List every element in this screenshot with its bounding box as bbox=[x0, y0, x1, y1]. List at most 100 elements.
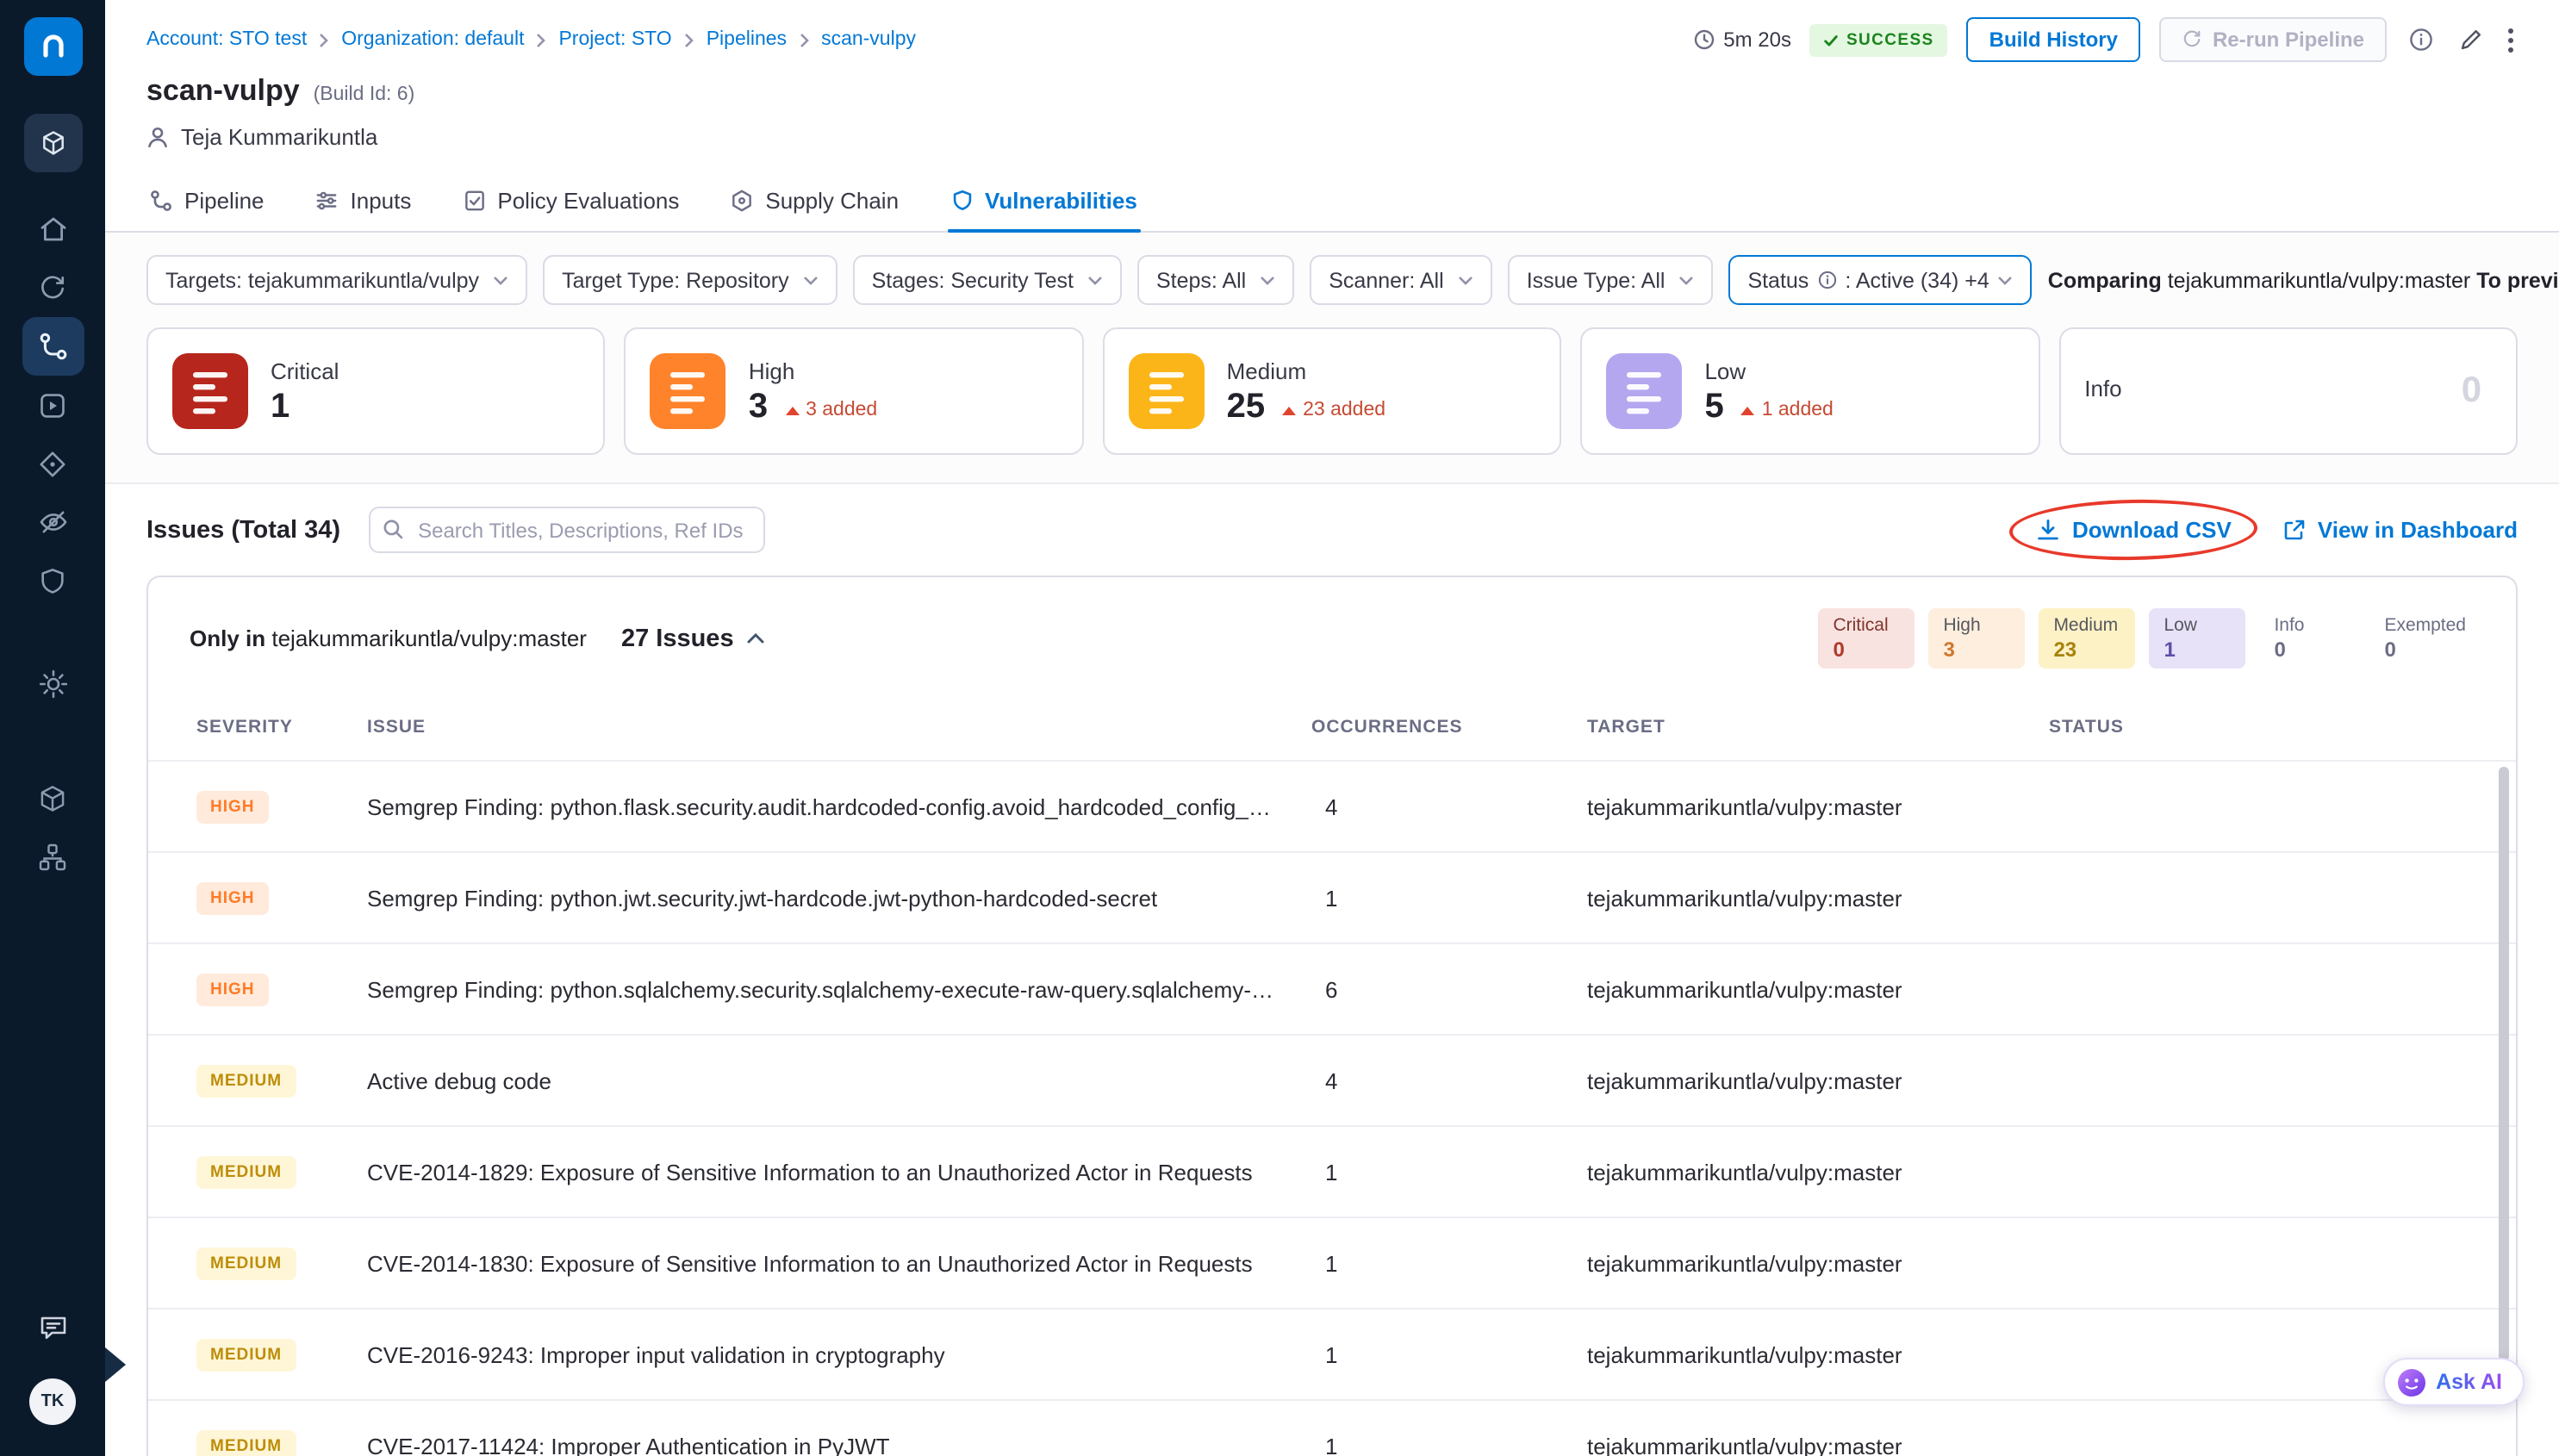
table-row[interactable]: HIGH Semgrep Finding: python.flask.secur… bbox=[148, 762, 2516, 853]
sidebar-item-settings[interactable] bbox=[22, 655, 84, 713]
chip-info: Info 0 bbox=[2258, 608, 2355, 669]
occurrences: 1 bbox=[1311, 885, 1587, 911]
chevron-right-icon bbox=[319, 32, 329, 47]
filter-status[interactable]: Status : Active (34) +4 bbox=[1728, 255, 2032, 305]
tab-vulnerabilities[interactable]: Vulnerabilities bbox=[947, 171, 1141, 231]
group-count-label: 27 Issues bbox=[621, 625, 734, 652]
filter-stages[interactable]: Stages: Security Test bbox=[853, 255, 1122, 305]
rerun-pipeline-button[interactable]: Re-run Pipeline bbox=[2159, 17, 2387, 62]
package-icon bbox=[38, 783, 67, 812]
sidebar: TK bbox=[0, 0, 105, 1456]
sidebar-item-organizations[interactable] bbox=[22, 827, 84, 886]
filter-target-type[interactable]: Target Type: Repository bbox=[543, 255, 837, 305]
sidebar-item-pipelines[interactable] bbox=[22, 317, 84, 376]
issue-title: CVE-2016-9243: Improper input validation… bbox=[367, 1341, 1311, 1367]
chat-support-button[interactable] bbox=[22, 1299, 84, 1358]
compare-suffix: To previous scan bbox=[2476, 268, 2559, 292]
chip-high: High 3 bbox=[1927, 608, 2024, 669]
sidebar-item-executions[interactable] bbox=[22, 376, 84, 434]
table-row[interactable]: HIGH Semgrep Finding: python.jwt.securit… bbox=[148, 853, 2516, 944]
duration: 5m 20s bbox=[1694, 28, 1791, 52]
filter-scanner[interactable]: Scanner: All bbox=[1310, 255, 1491, 305]
pipelines-icon bbox=[37, 331, 68, 362]
edit-pipeline-button[interactable] bbox=[2456, 25, 2485, 54]
person-icon bbox=[146, 126, 169, 148]
build-history-button[interactable]: Build History bbox=[1967, 17, 2140, 62]
target: tejakummarikuntla/vulpy:master bbox=[1587, 1341, 2049, 1367]
gear-icon bbox=[37, 669, 68, 700]
sidebar-expand-handle[interactable] bbox=[105, 1347, 126, 1382]
chevron-down-icon bbox=[1998, 275, 2014, 285]
breadcrumb-pipelines[interactable]: Pipelines bbox=[707, 29, 787, 50]
filter-targets[interactable]: Targets: tejakummarikuntla/vulpy bbox=[146, 255, 527, 305]
table-row[interactable]: MEDIUM CVE-2017-11424: Improper Authenti… bbox=[148, 1401, 2516, 1456]
table-row[interactable]: MEDIUM CVE-2016-9243: Improper input val… bbox=[148, 1310, 2516, 1401]
breadcrumb-organization[interactable]: Organization: default bbox=[341, 29, 524, 50]
view-in-dashboard-button[interactable]: View in Dashboard bbox=[2283, 517, 2518, 543]
breadcrumb-account[interactable]: Account: STO test bbox=[146, 29, 307, 50]
tab-policy-evaluations[interactable]: Policy Evaluations bbox=[459, 171, 682, 231]
sidebar-item-security-orchestration[interactable] bbox=[22, 551, 84, 610]
chevron-right-icon bbox=[684, 32, 694, 47]
tab-supply-chain[interactable]: Supply Chain bbox=[727, 171, 902, 231]
sidebar-item-home[interactable] bbox=[22, 200, 84, 258]
rerun-pipeline-label: Re-run Pipeline bbox=[2213, 28, 2364, 52]
avatar-initials: TK bbox=[41, 1392, 65, 1411]
tab-inputs[interactable]: Inputs bbox=[313, 171, 415, 231]
header-meta: 5m 20s SUCCESS Build History Re-run Pipe bbox=[1694, 17, 2518, 62]
breadcrumb-project[interactable]: Project: STO bbox=[558, 29, 671, 50]
compare-info: Comparing tejakummarikuntla/vulpy:master… bbox=[2048, 268, 2559, 292]
filter-steps[interactable]: Steps: All bbox=[1137, 255, 1294, 305]
issue-title: CVE-2017-11424: Improper Authentication … bbox=[367, 1433, 1311, 1456]
shield-icon bbox=[950, 190, 973, 212]
sidebar-item-test-targets[interactable] bbox=[22, 493, 84, 551]
filters-row: Targets: tejakummarikuntla/vulpy Target … bbox=[105, 233, 2559, 326]
external-link-icon bbox=[2283, 519, 2306, 541]
table-row[interactable]: MEDIUM Active debug code 4 tejakummariku… bbox=[148, 1036, 2516, 1127]
table-row[interactable]: MEDIUM CVE-2014-1830: Exposure of Sensit… bbox=[148, 1218, 2516, 1310]
target: tejakummarikuntla/vulpy:master bbox=[1587, 1067, 2049, 1093]
table-row[interactable]: MEDIUM CVE-2014-1829: Exposure of Sensit… bbox=[148, 1127, 2516, 1218]
target: tejakummarikuntla/vulpy:master bbox=[1587, 1159, 2049, 1185]
sidebar-item-builds[interactable] bbox=[22, 258, 84, 317]
harness-logo[interactable] bbox=[23, 17, 82, 76]
caret-up-icon bbox=[1741, 406, 1755, 414]
compare-target: tejakummarikuntla/vulpy:master bbox=[2168, 268, 2471, 292]
clock-icon bbox=[1694, 29, 1715, 50]
filter-scanner-label: Scanner: All bbox=[1329, 268, 1443, 292]
group-count-toggle[interactable]: 27 Issues bbox=[621, 625, 765, 652]
download-csv-button[interactable]: Download CSV bbox=[2038, 517, 2232, 543]
severity-pill: MEDIUM bbox=[196, 1248, 296, 1280]
user-avatar[interactable]: TK bbox=[29, 1378, 76, 1425]
main-content: Account: STO test Organization: default … bbox=[105, 0, 2559, 1456]
module-selector-button[interactable] bbox=[23, 114, 82, 172]
table-row[interactable]: HIGH Semgrep Finding: python.sqlalchemy.… bbox=[148, 944, 2516, 1036]
breadcrumb-current[interactable]: scan-vulpy bbox=[821, 29, 916, 50]
sliders-icon bbox=[316, 190, 339, 212]
tab-supply-chain-label: Supply Chain bbox=[765, 188, 899, 214]
target: tejakummarikuntla/vulpy:master bbox=[1587, 976, 2049, 1002]
sidebar-item-packages[interactable] bbox=[22, 768, 84, 827]
scrollbar-thumb[interactable] bbox=[2499, 767, 2509, 1361]
more-options-button[interactable] bbox=[2504, 23, 2518, 56]
chevron-down-icon bbox=[1087, 275, 1103, 285]
filter-issue-type[interactable]: Issue Type: All bbox=[1508, 255, 1714, 305]
severity-count: 1 bbox=[271, 389, 290, 424]
sidebar-item-targets[interactable] bbox=[22, 434, 84, 493]
status-badge-text: SUCCESS bbox=[1846, 30, 1934, 49]
target: tejakummarikuntla/vulpy:master bbox=[1587, 1250, 2049, 1276]
severity-pill: HIGH bbox=[196, 974, 269, 1006]
severity-card-low: Low 5 1 added bbox=[1580, 327, 2039, 455]
target: tejakummarikuntla/vulpy:master bbox=[1587, 1433, 2049, 1456]
ask-ai-button[interactable]: Ask AI bbox=[2382, 1358, 2525, 1406]
search-input[interactable] bbox=[368, 507, 764, 553]
col-target: TARGET bbox=[1587, 716, 2049, 737]
breadcrumb: Account: STO test Organization: default … bbox=[146, 29, 916, 50]
checklist-icon bbox=[463, 190, 485, 212]
tab-pipeline[interactable]: Pipeline bbox=[146, 171, 268, 231]
help-button[interactable] bbox=[2406, 24, 2437, 55]
chevron-right-icon bbox=[536, 32, 546, 47]
shield-icon bbox=[38, 566, 67, 595]
tab-pipeline-label: Pipeline bbox=[184, 188, 265, 214]
severity-label: High bbox=[749, 358, 877, 384]
